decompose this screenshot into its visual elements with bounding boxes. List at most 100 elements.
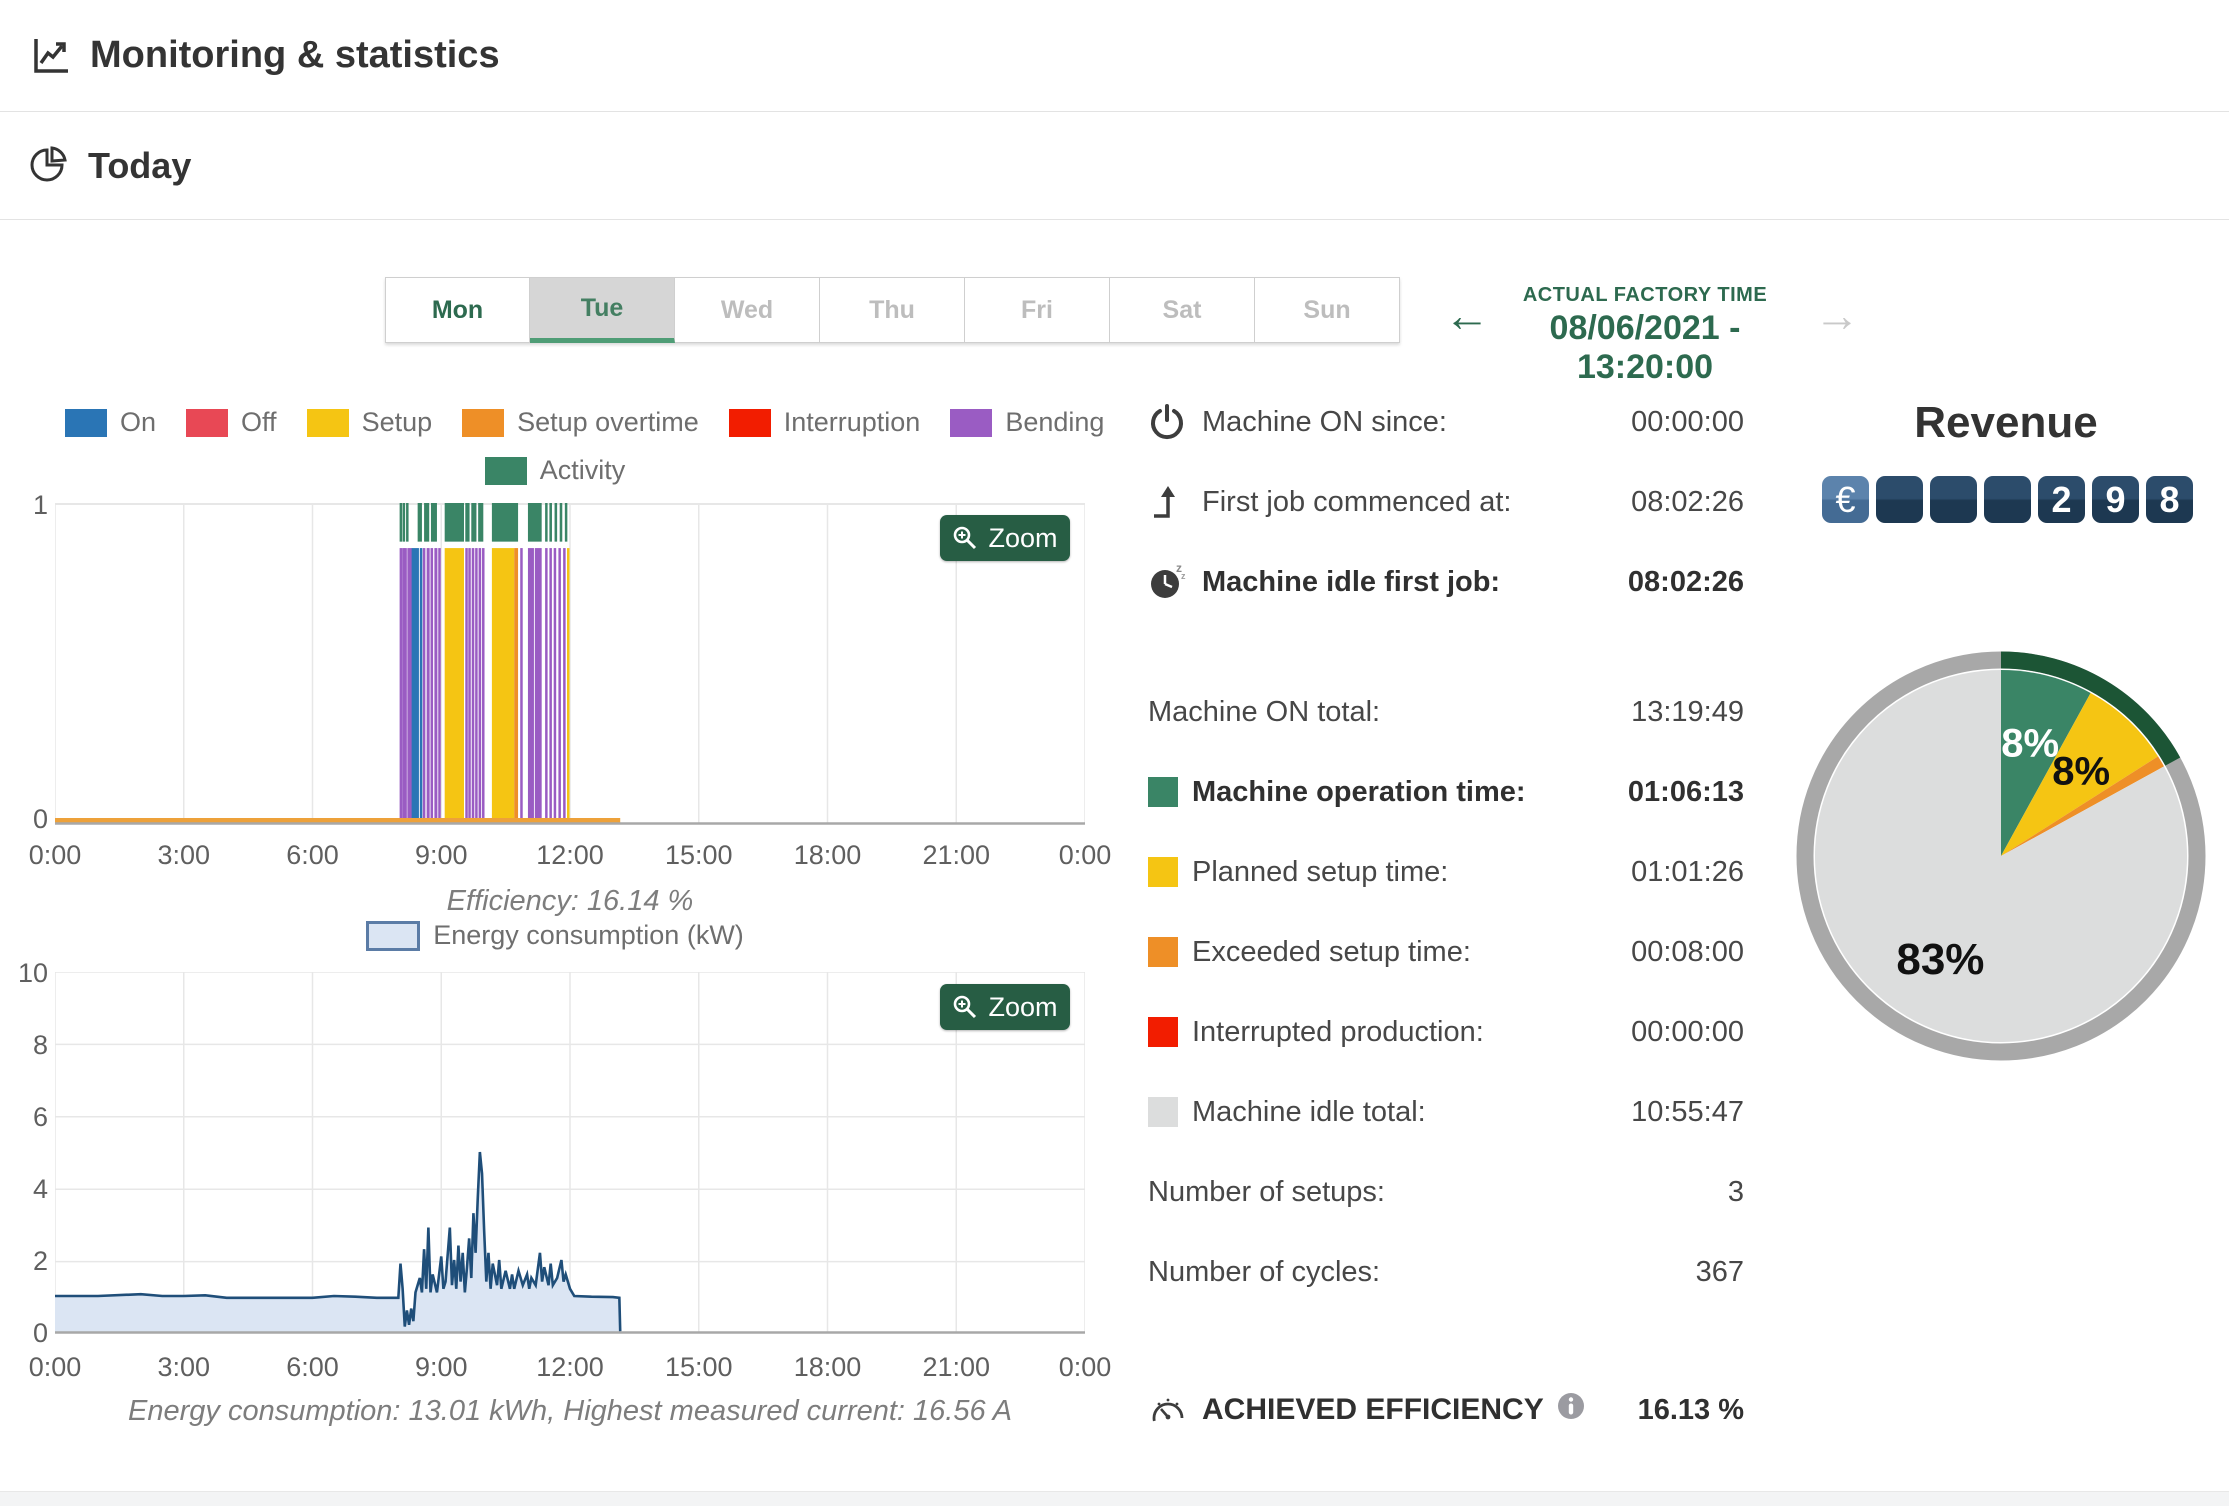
- axis-tick-label: 18:00: [793, 840, 862, 870]
- factory-time-value: 08/06/2021 - 13:20:00: [1549, 309, 1741, 386]
- idle-clock-icon: zz: [1148, 562, 1192, 602]
- idle-total-swatch: [1148, 1097, 1178, 1127]
- status-segment: [558, 548, 561, 823]
- pie-slice-label: 8%: [2052, 750, 2110, 794]
- axis-tick-label: 4: [32, 1174, 48, 1204]
- interruption-swatch: [728, 408, 771, 437]
- activity-swatch: [484, 456, 527, 485]
- energy-chart-canvas: [55, 972, 1085, 1334]
- stat-machine-idle-first-job: zz Machine idle first job: 08:02:26: [1148, 560, 1744, 604]
- status-segment: [402, 548, 405, 823]
- next-day-arrow[interactable]: →: [1814, 292, 1860, 338]
- tab-tue[interactable]: Tue: [530, 277, 675, 343]
- status-segment: [553, 548, 557, 823]
- tab-thu[interactable]: Thu: [820, 277, 965, 343]
- status-segment: [407, 548, 410, 823]
- status-segment: [404, 548, 407, 823]
- bending-swatch: [950, 408, 993, 437]
- axis-tick-label: 6: [32, 1102, 48, 1132]
- energy-x-axis: 0:00 3:00 6:00 9:00 12:00 15:00 18:00 21:00 0:00: [29, 1352, 1112, 1386]
- tab-fri[interactable]: Fri: [965, 277, 1110, 343]
- activity-segment: [527, 503, 542, 542]
- stat-planned-setup-time: Planned setup time: 01:01:26: [1148, 850, 1744, 894]
- axis-tick-label: 21:00: [922, 1352, 991, 1382]
- status-segment: [478, 548, 482, 823]
- status-segment: [465, 548, 468, 823]
- achieved-efficiency-label: ACHIEVED EFFICIENCY: [1202, 1393, 1544, 1426]
- axis-tick-label: 15:00: [664, 840, 733, 870]
- revenue-digit: 2: [2038, 476, 2085, 523]
- off-swatch: [186, 408, 229, 437]
- status-segment: [438, 548, 441, 823]
- status-segment: [563, 548, 566, 823]
- stat-interrupted-production: Interrupted production: 00:00:00: [1148, 1010, 1744, 1054]
- pie-slice-label: 83%: [1896, 935, 1984, 984]
- operation-time-swatch: [1148, 777, 1178, 807]
- info-icon[interactable]: [1556, 1391, 1586, 1429]
- status-segment: [534, 548, 542, 823]
- legend-item-activity: Activity: [484, 455, 625, 486]
- revenue-digit: [1930, 476, 1977, 523]
- section-header: Today: [0, 112, 2229, 220]
- status-segment: [444, 548, 464, 823]
- axis-tick-label: 0:00: [28, 840, 82, 870]
- stat-machine-on-total: Machine ON total: 13:19:49: [1148, 695, 1744, 728]
- axis-tick-label: 3:00: [157, 840, 211, 870]
- activity-segment: [430, 503, 437, 542]
- energy-swatch: [366, 920, 421, 951]
- legend-item-setup: Setup: [306, 407, 432, 438]
- tab-sun[interactable]: Sun: [1255, 277, 1400, 343]
- gauge-icon: [1148, 1390, 1192, 1430]
- revenue-digit: [1984, 476, 2031, 523]
- activity-segment: [549, 503, 552, 542]
- setup-swatch: [306, 408, 349, 437]
- axis-tick-label: 0:00: [28, 1352, 82, 1382]
- stat-exceeded-setup-time: Exceeded setup time: 00:08:00: [1148, 930, 1744, 974]
- stat-machine-operation-time: Machine operation time: 01:06:13: [1148, 770, 1744, 814]
- tab-mon[interactable]: Mon: [385, 277, 530, 343]
- status-segment: [527, 548, 534, 823]
- day-tabs: Mon Tue Wed Thu Fri Sat Sun: [385, 277, 1400, 343]
- status-segment: [411, 548, 419, 823]
- activity-segment: [406, 503, 409, 542]
- factory-time: ACTUAL FACTORY TIME 08/06/2021 - 13:20:0…: [1480, 284, 1810, 387]
- status-segment: [520, 548, 523, 823]
- energy-legend: Energy consumption (kW): [55, 920, 1085, 951]
- activity-segment: [471, 503, 477, 542]
- tab-sat[interactable]: Sat: [1110, 277, 1255, 343]
- status-segment: [482, 548, 485, 823]
- tab-wed[interactable]: Wed: [675, 277, 820, 343]
- energy-zoom-button[interactable]: Zoom: [940, 984, 1070, 1030]
- timeline-x-axis: 0:00 3:00 6:00 9:00 12:00 15:00 18:00 21:00 0:00: [29, 840, 1112, 874]
- energy-area: [55, 1152, 621, 1332]
- axis-tick-label: 0:00: [1058, 840, 1112, 870]
- pie-chart-icon: [30, 145, 70, 186]
- revenue-digit: 8: [2146, 476, 2193, 523]
- legend-item-off: Off: [186, 407, 277, 438]
- activity-segment: [545, 503, 548, 542]
- on-swatch: [65, 408, 107, 437]
- revenue-counter: € 2 9 8: [1822, 476, 2200, 523]
- stat-machine-on-since: Machine ON since: 00:00:00: [1148, 400, 1744, 444]
- stat-first-job: First job commenced at: 08:02:26: [1148, 480, 1744, 524]
- status-segment: [471, 548, 475, 823]
- setup-overtime-swatch: [462, 408, 505, 437]
- legend-item-energy: Energy consumption (kW): [366, 920, 744, 951]
- status-segment: [468, 548, 471, 823]
- status-segment: [419, 548, 423, 823]
- axis-tick-label: 3:00: [157, 1352, 211, 1382]
- axis-tick-label: 21:00: [922, 840, 991, 870]
- status-segment: [399, 548, 403, 823]
- activity-segment: [417, 503, 422, 542]
- timeline-ymax-label: 1: [32, 490, 48, 520]
- timeline-ymin-label: 0: [32, 804, 48, 834]
- next-section-edge: [0, 1491, 2229, 1506]
- axis-tick-label: 10: [17, 958, 48, 988]
- revenue-digit: [1876, 476, 1923, 523]
- status-segment: [475, 548, 478, 823]
- timeline-zoom-button[interactable]: Zoom: [940, 515, 1070, 561]
- magnifier-plus-icon: [954, 526, 977, 550]
- axis-tick-label: 0:00: [1058, 1352, 1112, 1382]
- timeline-chart: [55, 503, 1085, 825]
- activity-segment: [444, 503, 464, 542]
